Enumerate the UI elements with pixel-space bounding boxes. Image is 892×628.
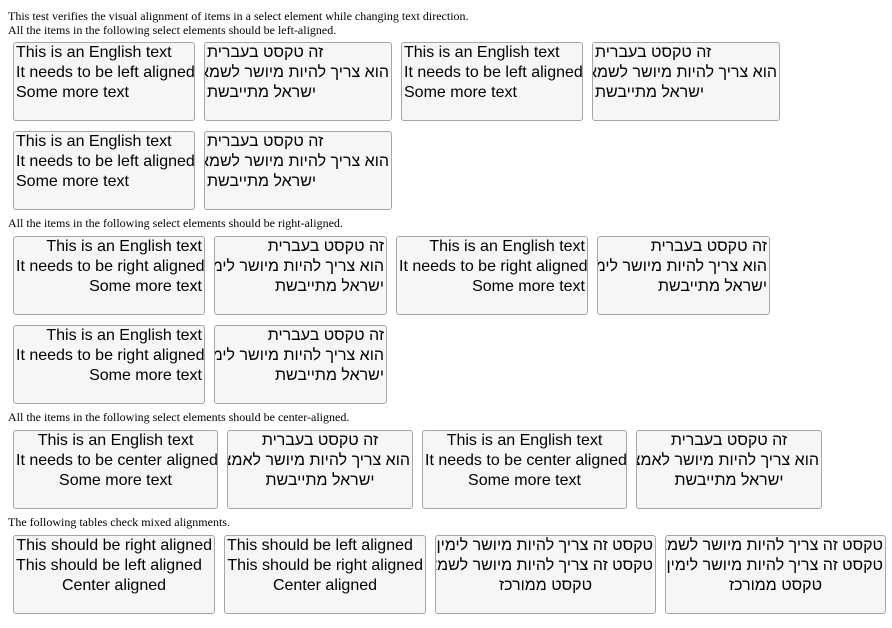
select-option[interactable]: טקסט זה צריך להיות מיושר לשמאל: [436, 556, 653, 576]
select-english-center-2[interactable]: This is an English text It needs to be c…: [422, 430, 627, 509]
select-hebrew-right-3[interactable]: זה טקסט בעברית הוא צריך להיות מיושר לימי…: [214, 325, 387, 404]
select-english-mixed-2[interactable]: This should be left aligned This should …: [224, 535, 426, 614]
select-option[interactable]: הוא צריך להיות מיושר לשמאל: [205, 63, 389, 83]
select-option[interactable]: This should be left aligned: [16, 556, 212, 576]
select-hebrew-left-2[interactable]: זה טקסט בעברית הוא צריך להיות מיושר לשמא…: [592, 42, 780, 121]
select-option[interactable]: טקסט זה צריך להיות מיושר לשמאל: [666, 536, 883, 556]
select-option[interactable]: Some more text: [16, 366, 202, 386]
select-option[interactable]: טקסט ממורכז: [438, 576, 653, 596]
select-option[interactable]: זה טקסט בעברית: [639, 431, 819, 451]
select-hebrew-left-3[interactable]: זה טקסט בעברית הוא צריך להיות מיושר לשמא…: [204, 131, 392, 210]
select-option[interactable]: הוא צריך להיות מיושר לימין: [215, 346, 384, 366]
select-option[interactable]: טקסט זה צריך להיות מיושר לימין: [437, 536, 654, 556]
select-option[interactable]: It needs to be left aligned: [16, 152, 194, 172]
select-option[interactable]: This is an English text: [404, 43, 580, 63]
select-option[interactable]: הוא צריך להיות מיושר לימין: [215, 257, 384, 277]
select-option[interactable]: זה טקסט בעברית: [217, 237, 384, 257]
select-option[interactable]: זה טקסט בעברית: [207, 132, 389, 152]
select-option[interactable]: It needs to be right aligned: [16, 257, 204, 277]
select-option[interactable]: This is an English text: [16, 43, 192, 63]
select-option[interactable]: הוא צריך להיות מיושר לשמאל: [205, 152, 389, 172]
select-option[interactable]: ישראל מתייבשת: [217, 277, 384, 297]
select-english-right-1[interactable]: This is an English text It needs to be r…: [13, 236, 205, 315]
right-aligned-heading: All the items in the following select el…: [8, 216, 343, 230]
select-option[interactable]: זה טקסט בעברית: [217, 326, 384, 346]
select-option[interactable]: ישראל מתייבשת: [600, 277, 767, 297]
select-option[interactable]: הוא צריך להיות מיושר לימין: [598, 257, 767, 277]
select-option[interactable]: Some more text: [425, 471, 624, 491]
select-hebrew-mixed-1[interactable]: טקסט זה צריך להיות מיושר לימין טקסט זה צ…: [435, 535, 656, 614]
select-english-right-3[interactable]: This is an English text It needs to be r…: [13, 325, 205, 404]
select-english-center-1[interactable]: This is an English text It needs to be c…: [13, 430, 218, 509]
select-option[interactable]: ישראל מתייבשת: [230, 471, 410, 491]
select-hebrew-center-2[interactable]: זה טקסט בעברית הוא צריך להיות מיושר לאמצ…: [636, 430, 822, 509]
select-option[interactable]: Some more text: [16, 83, 192, 103]
left-aligned-heading: All the items in the following select el…: [8, 23, 337, 37]
select-option[interactable]: It needs to be center aligned: [425, 451, 626, 471]
select-english-left-2[interactable]: This is an English text It needs to be l…: [401, 42, 583, 121]
select-option[interactable]: It needs to be right aligned: [16, 346, 204, 366]
select-option[interactable]: It needs to be right aligned: [399, 257, 587, 277]
select-option[interactable]: This should be right aligned: [16, 536, 212, 556]
select-option[interactable]: This is an English text: [425, 431, 624, 451]
select-hebrew-right-2[interactable]: זה טקסט בעברית הוא צריך להיות מיושר לימי…: [597, 236, 770, 315]
select-option[interactable]: זה טקסט בעברית: [230, 431, 410, 451]
select-option[interactable]: ישראל מתייבשת: [207, 83, 389, 103]
select-option[interactable]: This is an English text: [16, 431, 215, 451]
select-option[interactable]: This should be right aligned: [227, 556, 423, 576]
select-option[interactable]: הוא צריך להיות מיושר לשמאל: [593, 63, 777, 83]
select-option[interactable]: טקסט ממורכז: [668, 576, 883, 596]
select-option[interactable]: הוא צריך להיות מיושר לאמצע: [228, 451, 410, 471]
select-hebrew-mixed-2[interactable]: טקסט זה צריך להיות מיושר לשמאל טקסט זה צ…: [665, 535, 886, 614]
select-option[interactable]: This should be left aligned: [227, 536, 423, 556]
select-option[interactable]: It needs to be left aligned: [404, 63, 582, 83]
mixed-alignment-heading: The following tables check mixed alignme…: [8, 515, 230, 529]
select-option[interactable]: ישראל מתייבשת: [217, 366, 384, 386]
select-option[interactable]: זה טקסט בעברית: [595, 43, 777, 63]
select-option[interactable]: טקסט זה צריך להיות מיושר לימין: [667, 556, 884, 576]
select-english-left-3[interactable]: This is an English text It needs to be l…: [13, 131, 195, 210]
select-option[interactable]: הוא צריך להיות מיושר לאמצע: [637, 451, 819, 471]
select-english-left-1[interactable]: This is an English text It needs to be l…: [13, 42, 195, 121]
select-english-mixed-1[interactable]: This should be right aligned This should…: [13, 535, 215, 614]
select-option[interactable]: This is an English text: [16, 326, 202, 346]
select-hebrew-center-1[interactable]: זה טקסט בעברית הוא צריך להיות מיושר לאמצ…: [227, 430, 413, 509]
select-option[interactable]: It needs to be left aligned: [16, 63, 194, 83]
select-option[interactable]: ישראל מתייבשת: [595, 83, 777, 103]
select-hebrew-right-1[interactable]: זה טקסט בעברית הוא צריך להיות מיושר לימי…: [214, 236, 387, 315]
select-english-right-2[interactable]: This is an English text It needs to be r…: [396, 236, 588, 315]
select-option[interactable]: זה טקסט בעברית: [207, 43, 389, 63]
select-option[interactable]: Some more text: [16, 471, 215, 491]
select-option[interactable]: Some more text: [16, 277, 202, 297]
select-hebrew-left-1[interactable]: זה טקסט בעברית הוא צריך להיות מיושר לשמא…: [204, 42, 392, 121]
select-option[interactable]: Some more text: [404, 83, 580, 103]
intro-text: This test verifies the visual alignment …: [8, 9, 469, 23]
select-option[interactable]: This is an English text: [16, 237, 202, 257]
select-option[interactable]: This is an English text: [399, 237, 585, 257]
select-option[interactable]: ישראל מתייבשת: [207, 172, 389, 192]
select-option[interactable]: Some more text: [16, 172, 192, 192]
select-option[interactable]: Center aligned: [227, 576, 423, 596]
select-option[interactable]: Some more text: [399, 277, 585, 297]
select-option[interactable]: It needs to be center aligned: [16, 451, 217, 471]
center-aligned-heading: All the items in the following select el…: [8, 410, 350, 424]
select-option[interactable]: This is an English text: [16, 132, 192, 152]
select-option[interactable]: זה טקסט בעברית: [600, 237, 767, 257]
select-option[interactable]: ישראל מתייבשת: [639, 471, 819, 491]
select-option[interactable]: Center aligned: [16, 576, 212, 596]
